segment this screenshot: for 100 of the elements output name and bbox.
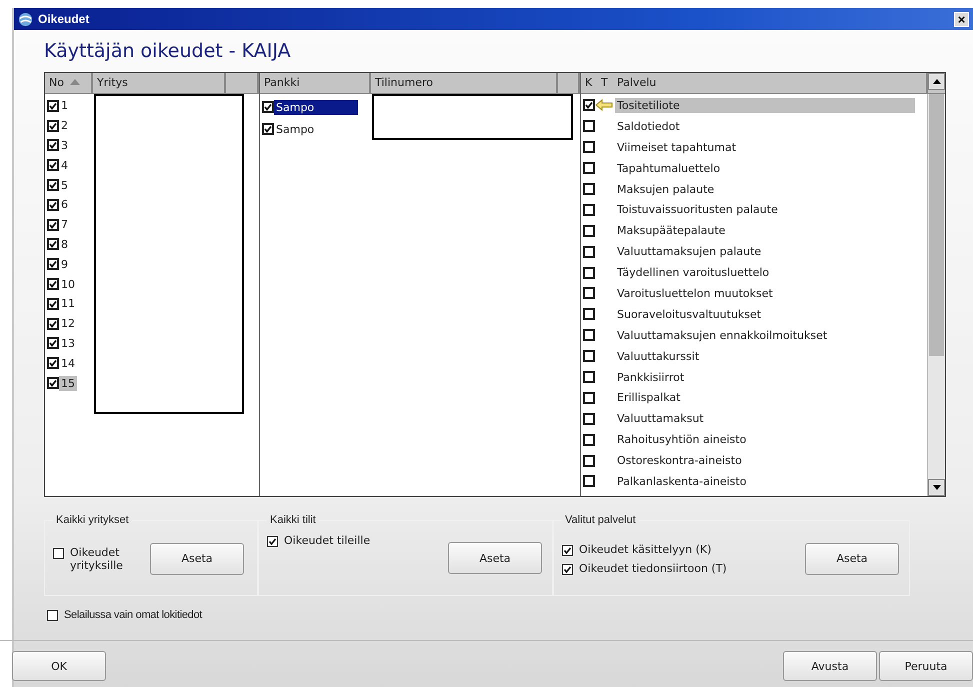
checkbox[interactable] xyxy=(583,246,595,258)
apply-button[interactable]: Aseta xyxy=(150,542,244,574)
table-cell[interactable]: Valuuttamaksujen ennakkoilmoitukset xyxy=(615,328,915,343)
globe-icon xyxy=(18,12,33,26)
table-cell[interactable]: Tapahtumaluettelo xyxy=(615,160,915,176)
column-header[interactable]: T xyxy=(597,73,613,93)
table-cell[interactable]: Valuuttakurssit xyxy=(615,348,915,364)
table-cell[interactable]: 13 xyxy=(59,336,77,351)
checkbox[interactable] xyxy=(267,536,278,547)
scroll-thumb[interactable] xyxy=(929,94,944,356)
checkbox[interactable] xyxy=(583,204,595,216)
checkbox[interactable] xyxy=(583,224,595,237)
checkbox[interactable] xyxy=(47,198,59,211)
dialog-button[interactable]: Peruuta xyxy=(879,651,973,681)
group-title: Kaikki yritykset xyxy=(55,514,130,526)
checkbox[interactable] xyxy=(47,278,59,290)
table-cell[interactable]: 2 xyxy=(59,118,70,134)
table-cell[interactable]: 3 xyxy=(59,138,70,153)
checkbox[interactable] xyxy=(47,258,59,270)
table-cell[interactable]: 6 xyxy=(59,197,70,212)
checkbox[interactable] xyxy=(262,101,274,113)
checkbox[interactable] xyxy=(583,287,595,300)
checkbox[interactable] xyxy=(262,123,274,135)
column-header[interactable]: Pankki xyxy=(260,73,371,93)
checkbox[interactable] xyxy=(47,100,59,112)
table-cell[interactable]: Viimeiset tapahtumat xyxy=(615,140,915,155)
checkbox[interactable] xyxy=(583,141,595,154)
table-cell[interactable]: 9 xyxy=(59,256,70,272)
checkbox[interactable] xyxy=(47,218,59,231)
table-cell[interactable]: Ostoreskontra-aineisto xyxy=(615,453,915,468)
table-cell[interactable]: 10 xyxy=(59,276,77,292)
table-cell[interactable]: Erillispalkat xyxy=(615,390,915,406)
table-cell[interactable]: Suoraveloitusvaltuutukset xyxy=(615,306,915,322)
table-cell[interactable]: 14 xyxy=(59,356,77,371)
checkbox[interactable] xyxy=(47,298,59,310)
checkbox[interactable] xyxy=(583,266,595,279)
table-cell[interactable]: Maksupäätepalaute xyxy=(615,223,915,238)
checkbox[interactable] xyxy=(583,371,595,384)
checkbox[interactable] xyxy=(47,357,59,370)
column-header[interactable]: No xyxy=(45,73,93,93)
table-cell[interactable]: 11 xyxy=(59,296,77,312)
table-cell[interactable]: 5 xyxy=(59,178,70,193)
apply-button[interactable]: Aseta xyxy=(805,542,899,574)
dialog-button[interactable]: OK xyxy=(12,651,106,681)
caret-up-icon xyxy=(932,79,940,84)
table-cell[interactable]: Valuuttamaksut xyxy=(615,411,915,426)
table-cell[interactable]: Tositetiliote xyxy=(615,98,915,113)
checkbox[interactable] xyxy=(47,337,59,350)
table-cell[interactable]: Saldotiedot xyxy=(615,118,915,134)
table-cell[interactable]: Valuuttamaksujen palaute xyxy=(615,244,915,260)
table-cell[interactable]: 7 xyxy=(59,217,70,232)
table-cell[interactable]: Täydellinen varoitusluettelo xyxy=(615,265,915,280)
table-cell[interactable]: Toistuvaissuoritusten palaute xyxy=(615,202,915,218)
column-header[interactable]: K xyxy=(581,73,597,93)
checkbox[interactable] xyxy=(583,350,595,362)
table-cell[interactable]: Palkanlaskenta-aineisto xyxy=(615,474,915,489)
checkbox[interactable] xyxy=(583,99,595,112)
checkbox[interactable] xyxy=(583,162,595,174)
dialog-button[interactable]: Avusta xyxy=(783,651,877,681)
checkbox[interactable] xyxy=(583,183,595,195)
checkbox[interactable] xyxy=(583,475,595,488)
checkbox[interactable] xyxy=(47,377,59,390)
checkbox[interactable] xyxy=(583,392,595,404)
table-cell[interactable]: Rahoitusyhtiön aineisto xyxy=(615,432,915,448)
checkbox[interactable] xyxy=(583,434,595,446)
checkbox[interactable] xyxy=(583,120,595,132)
table-cell[interactable]: 1 xyxy=(59,98,70,114)
window-title: Oikeudet xyxy=(38,12,90,26)
table-cell[interactable]: Maksujen palaute xyxy=(615,182,915,196)
table-cell[interactable]: 15 xyxy=(59,376,77,391)
scroll-up-button[interactable] xyxy=(928,73,945,90)
checkbox-label: Oikeudet tileille xyxy=(284,534,370,547)
checkbox[interactable] xyxy=(47,120,59,132)
checkbox[interactable] xyxy=(47,610,58,621)
checkbox[interactable] xyxy=(583,412,595,425)
table-cell[interactable]: 12 xyxy=(59,316,77,332)
checkbox[interactable] xyxy=(47,159,59,172)
checkbox[interactable] xyxy=(583,329,595,342)
table-cell[interactable]: Pankkisiirrot xyxy=(615,370,915,385)
table-cell[interactable]: 4 xyxy=(59,158,70,173)
checkbox[interactable] xyxy=(53,548,64,558)
scrollbar[interactable] xyxy=(927,94,945,496)
checkbox[interactable] xyxy=(562,564,573,574)
checkbox-label: Oikeudet tiedonsiirtoon (T) xyxy=(579,562,727,574)
checkbox[interactable] xyxy=(47,179,59,192)
table-cell[interactable]: Sampo xyxy=(274,122,316,136)
scroll-down-button[interactable] xyxy=(928,479,945,496)
checkbox[interactable] xyxy=(47,318,59,330)
close-button[interactable]: × xyxy=(954,12,969,26)
checkbox[interactable] xyxy=(562,544,573,556)
table-cell[interactable]: 8 xyxy=(59,236,70,252)
caret-down-icon xyxy=(932,485,940,490)
checkbox[interactable] xyxy=(47,139,59,152)
checkbox[interactable] xyxy=(583,308,595,320)
checkbox[interactable] xyxy=(47,238,59,250)
left-arrow-icon xyxy=(595,99,613,112)
table-cell[interactable]: Varoitusluettelon muutokset xyxy=(615,286,915,301)
table-cell[interactable]: Sampo xyxy=(274,100,358,114)
apply-button[interactable]: Aseta xyxy=(448,542,542,574)
checkbox[interactable] xyxy=(583,454,595,467)
